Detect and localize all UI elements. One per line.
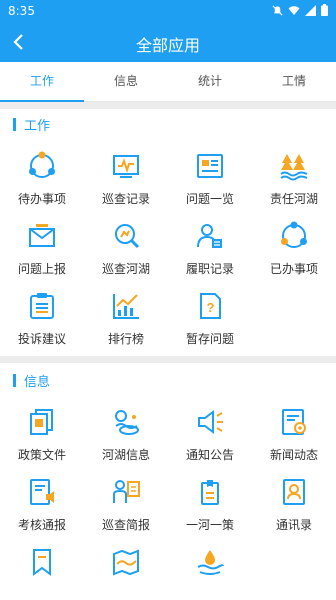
duty-record-icon (192, 218, 228, 254)
news-icon (276, 404, 312, 440)
section-marker (13, 373, 16, 387)
app-pending-items[interactable]: 待办事项 (0, 146, 84, 216)
app-label: 一河一策 (185, 518, 234, 532)
section-marker (13, 117, 16, 131)
app-done-items[interactable]: 已办事项 (252, 216, 336, 286)
app-news[interactable]: 新闻动态 (252, 402, 336, 472)
app-label: 待办事项 (17, 192, 66, 206)
app-river-info[interactable]: 河湖信息 (84, 402, 168, 472)
app-river-map[interactable] (84, 542, 168, 600)
app-label: 履职记录 (185, 262, 234, 276)
app-river-policy[interactable]: 一河一策 (168, 472, 252, 542)
info-app-grid: 政策文件 河湖信息 通知公告 新闻动态 考核通报 巡查简报 一河一策 通讯录 (0, 402, 336, 600)
app-policy-file[interactable]: 政策文件 (0, 402, 84, 472)
app-draft-issue[interactable]: ? 暂存问题 (168, 286, 252, 356)
app-label: 已办事项 (269, 262, 318, 276)
report-issue-icon (24, 218, 60, 254)
app-label: 通讯录 (275, 518, 312, 532)
app-label: 问题上报 (17, 262, 66, 276)
status-bar: 8:35 (0, 0, 336, 22)
app-patrol-river[interactable]: 巡查河湖 (84, 216, 168, 286)
app-label: 暂存问题 (185, 332, 234, 346)
responsible-river-icon (276, 148, 312, 184)
issue-list-icon (192, 148, 228, 184)
battery-icon (321, 4, 328, 16)
app-label: 新闻动态 (269, 448, 318, 462)
app-label: 排行榜 (107, 332, 144, 346)
app-label: 政策文件 (17, 448, 66, 462)
app-water[interactable] (168, 542, 252, 600)
draft-issue-icon: ? (192, 288, 228, 324)
tab-info[interactable]: 信息 (84, 62, 168, 101)
app-patrol-brief[interactable]: 巡查简报 (84, 472, 168, 542)
patrol-river-icon (108, 218, 144, 254)
title-bar: 全部应用 (0, 22, 336, 62)
app-label: 投诉建议 (17, 332, 66, 346)
page-title: 全部应用 (135, 36, 200, 55)
app-label: 巡查简报 (101, 518, 150, 532)
signal-icon (305, 4, 316, 16)
app-label: 责任河湖 (269, 192, 318, 206)
status-time: 8:35 (8, 4, 35, 18)
section-divider (0, 102, 336, 109)
river-policy-icon (192, 474, 228, 510)
app-issue-list[interactable]: 问题一览 (168, 146, 252, 216)
app-patrol-record[interactable]: 巡查记录 (84, 146, 168, 216)
app-ranking[interactable]: 排行榜 (84, 286, 168, 356)
app-report-issue[interactable]: 问题上报 (0, 216, 84, 286)
app-responsible-river[interactable]: 责任河湖 (252, 146, 336, 216)
info-section-title: 信息 (24, 374, 51, 390)
app-contacts[interactable]: 通讯录 (252, 472, 336, 542)
app-duty-record[interactable]: 履职记录 (168, 216, 252, 286)
work-section-header: 工作 (0, 110, 336, 138)
status-icons (272, 4, 328, 16)
wifi-icon (288, 5, 300, 16)
app-assessment[interactable]: 考核通报 (0, 472, 84, 542)
ranking-icon (108, 288, 144, 324)
app-label: 通知公告 (185, 448, 234, 462)
tab-work-condition[interactable]: 工情 (252, 62, 336, 101)
notice-icon (192, 404, 228, 440)
complaint-icon (24, 288, 60, 324)
section-divider (0, 356, 336, 363)
patrol-record-icon (108, 148, 144, 184)
bookmark-icon (24, 544, 60, 580)
contacts-icon (276, 474, 312, 510)
app-notice[interactable]: 通知公告 (168, 402, 252, 472)
app-complaint[interactable]: 投诉建议 (0, 286, 84, 356)
water-icon (192, 544, 228, 580)
info-section-header: 信息 (0, 366, 336, 394)
patrol-brief-icon (108, 474, 144, 510)
app-label: 问题一览 (185, 192, 234, 206)
tab-bar: 工作 信息 统计 工情 (0, 62, 336, 102)
app-label: 河湖信息 (101, 448, 150, 462)
tab-work[interactable]: 工作 (0, 62, 84, 102)
done-items-icon (276, 218, 312, 254)
pending-items-icon (24, 148, 60, 184)
app-label: 巡查记录 (101, 192, 150, 206)
river-map-icon (108, 544, 144, 580)
work-section-title: 工作 (24, 118, 51, 134)
mute-icon (272, 4, 283, 16)
svg-text:?: ? (207, 300, 215, 315)
app-bookmark[interactable] (0, 542, 84, 600)
app-label: 考核通报 (17, 518, 66, 532)
river-info-icon (108, 404, 144, 440)
policy-file-icon (24, 404, 60, 440)
app-label: 巡查河湖 (101, 262, 150, 276)
assessment-icon (24, 474, 60, 510)
work-app-grid: 待办事项 巡查记录 问题一览 责任河湖 问题上报 巡查河湖 履职记录 已办事项 … (0, 146, 336, 356)
tab-statistics[interactable]: 统计 (168, 62, 252, 101)
